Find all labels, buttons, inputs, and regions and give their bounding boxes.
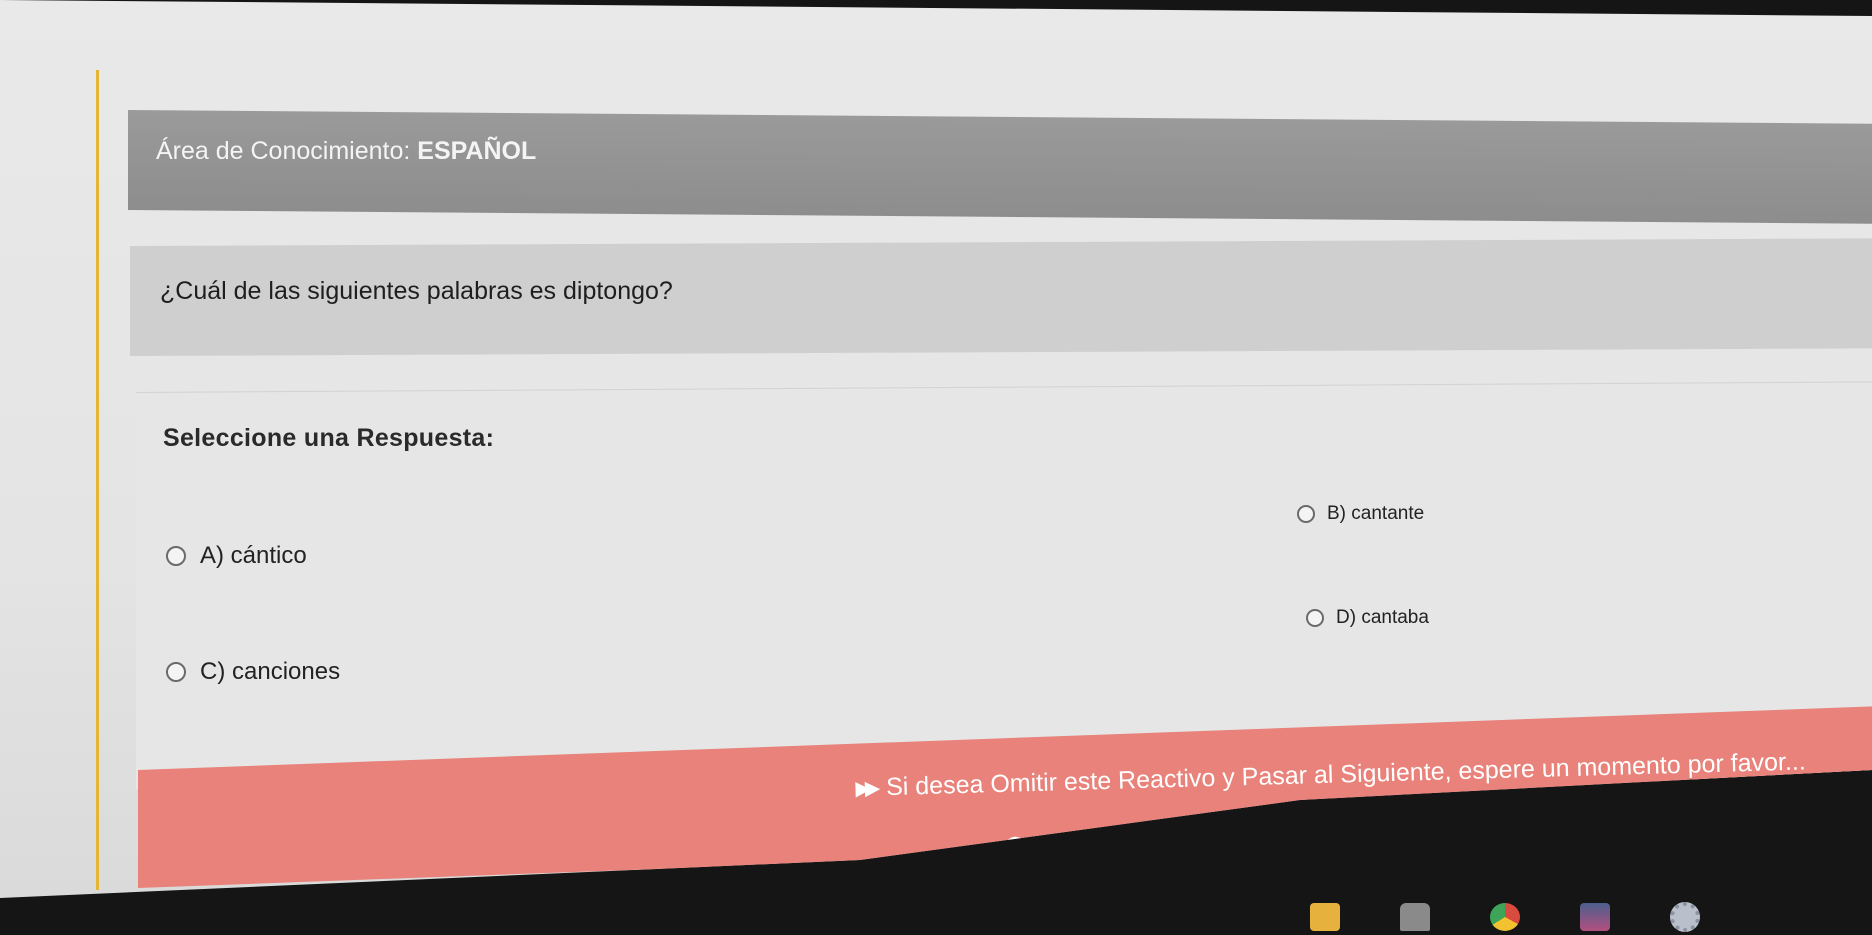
option-d-label: D) cantaba [1336,607,1429,628]
option-a-label: A) cántico [200,542,307,569]
option-c-label: C) canciones [200,658,341,685]
photos-icon[interactable] [1580,902,1610,931]
folder-icon[interactable] [1310,902,1340,931]
clock-icon [1005,836,1026,857]
option-d[interactable]: D) cantaba [1306,607,1429,629]
timer-label-text: Tiempo Restante para Responder el Reacti… [1034,817,1636,860]
option-c[interactable]: C) canciones [166,658,340,686]
timer-value: 00:28 segs [1222,859,1356,892]
option-b-label: B) cantante [1327,503,1425,524]
radio-option-b[interactable] [1297,505,1315,523]
fast-forward-icon: ▶▶ [855,777,875,800]
option-b[interactable]: B) cantante [1297,503,1424,525]
area-subject: ESPAÑOL [417,137,537,165]
settings-icon[interactable] [1670,901,1700,932]
left-border [96,70,99,890]
answers-title: Seleccione una Respuesta: [163,424,495,452]
area-title: Área de Conocimiento: ESPAÑOL [156,137,536,166]
taskbar [1280,898,1872,935]
option-a[interactable]: A) cántico [166,542,307,570]
chrome-icon[interactable] [1490,902,1520,931]
question-text: ¿Cuál de las siguientes palabras es dipt… [160,277,673,305]
radio-option-d[interactable] [1306,609,1324,627]
store-icon[interactable] [1400,902,1430,931]
radio-option-a[interactable] [166,546,186,566]
radio-option-c[interactable] [166,662,186,682]
area-label: Área de Conocimiento: [156,137,411,165]
app-screen: Área de Conocimiento: ESPAÑOL ¿Cuál de l… [0,0,1872,898]
area-header-bar [128,110,1872,224]
